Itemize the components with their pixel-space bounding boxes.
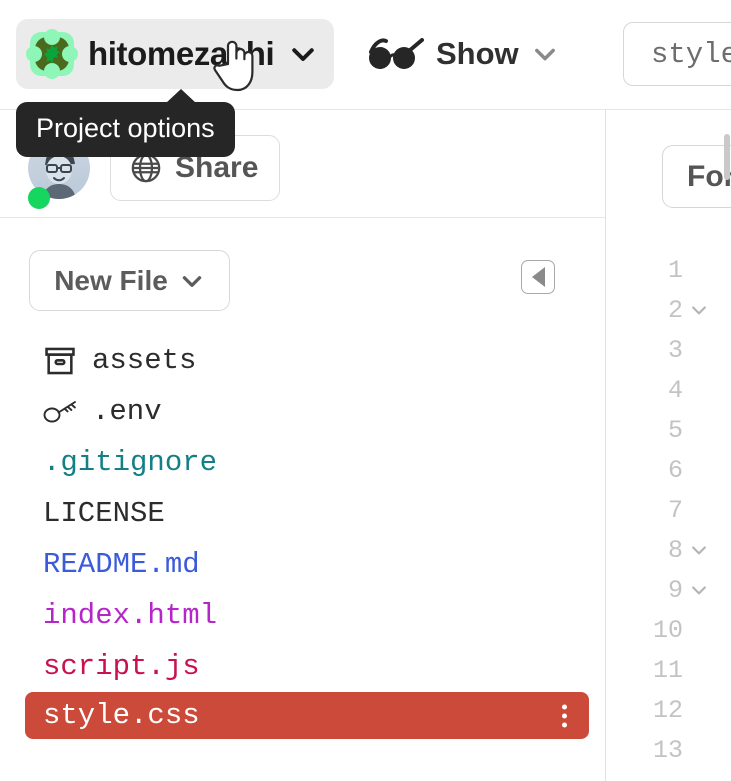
archive-box-icon (43, 344, 77, 378)
line-number-label: 10 (652, 615, 683, 645)
editor-line-number: 10 (606, 610, 731, 650)
file-name-label: style.css (43, 699, 200, 732)
editor-line-number: 3 (606, 330, 731, 370)
editor-line-number: 2 (606, 290, 731, 330)
editor-line-gutter: 1 2 3 4 5 6 7 8 9 10 11 12 13 (606, 250, 731, 770)
line-number-label: 3 (667, 335, 683, 365)
editor-line-number: 13 (606, 730, 731, 770)
file-list: assets .env .gitignore LICENSE README .md inde… (0, 335, 605, 739)
line-number-label: 9 (667, 575, 683, 605)
editor-line-number: 8 (606, 530, 731, 570)
file-list-item[interactable]: assets (0, 335, 605, 386)
editor-line-number: 9 (606, 570, 731, 610)
chevron-down-icon[interactable] (689, 300, 709, 320)
line-number-label: 5 (667, 415, 683, 445)
new-file-label: New File (54, 264, 168, 296)
line-number-label: 11 (652, 655, 683, 685)
project-options-tooltip: Project options (16, 89, 235, 157)
file-list-item[interactable]: script .js (0, 641, 605, 692)
editor-line-number: 11 (606, 650, 731, 690)
file-list-item[interactable]: index .html (0, 590, 605, 641)
chevron-down-icon (292, 48, 315, 61)
file-list-item[interactable]: LICENSE (0, 488, 605, 539)
collapse-left-icon[interactable] (521, 260, 555, 294)
new-file-button[interactable]: New File (29, 250, 230, 311)
code-editor-panel: For 1 2 3 4 5 6 7 8 9 10 11 12 13 (606, 110, 731, 781)
chevron-down-icon (182, 275, 202, 287)
line-number-label: 12 (652, 695, 683, 725)
status-badge (28, 187, 50, 209)
editor-file-tab-label: style (651, 37, 731, 71)
file-explorer-panel: Share New File assets .env .gitignore LICEN… (0, 110, 606, 781)
file-name-label: README (43, 548, 148, 581)
tooltip-arrow (166, 89, 196, 103)
editor-line-number: 4 (606, 370, 731, 410)
project-menu-button[interactable]: hitomezashi (16, 19, 335, 89)
chevron-down-icon[interactable] (689, 580, 709, 600)
show-menu-button[interactable]: Show (368, 27, 559, 81)
file-list-item[interactable]: .env (0, 386, 605, 437)
project-name-label: hitomezashi (88, 35, 275, 72)
tooltip-text: Project options (36, 113, 215, 143)
line-number-label: 6 (667, 455, 683, 485)
glasses-icon (369, 38, 424, 69)
line-number-label: 8 (667, 535, 683, 565)
key-icon (43, 397, 79, 427)
editor-file-tab[interactable]: style (623, 22, 731, 86)
file-name-label: script (43, 650, 148, 683)
editor-line-number: 12 (606, 690, 731, 730)
line-number-label: 4 (667, 375, 683, 405)
file-name-label: assets (92, 344, 197, 377)
chevron-down-icon[interactable] (689, 540, 709, 560)
line-number-label: 2 (667, 295, 683, 325)
file-extension-label: .js (147, 650, 200, 683)
editor-scrollbar[interactable] (724, 134, 730, 180)
file-list-item[interactable]: .gitignore (0, 437, 605, 488)
editor-line-number: 7 (606, 490, 731, 530)
lightning-editor-window: hitomezashi Show style Project options S… (0, 0, 731, 781)
file-extension-label: .html (130, 599, 218, 632)
line-number-label: 7 (667, 495, 683, 525)
top-toolbar: hitomezashi Show style (0, 0, 731, 110)
line-number-label: 1 (667, 255, 683, 285)
show-label: Show (436, 36, 519, 71)
editor-line-number: 6 (606, 450, 731, 490)
file-list-item[interactable]: README .md (0, 539, 605, 590)
file-list-item[interactable]: style.css (25, 692, 589, 739)
chevron-down-icon (534, 48, 555, 61)
file-name-label: .gitignore (43, 446, 218, 479)
project-logo-icon (26, 29, 78, 79)
file-extension-label: .md (147, 548, 200, 581)
file-name-label: LICENSE (43, 497, 165, 530)
format-button[interactable]: For (662, 145, 731, 208)
kebab-menu-icon[interactable] (562, 704, 567, 727)
file-name-label: .env (92, 395, 162, 428)
editor-line-number: 5 (606, 410, 731, 450)
editor-line-number: 1 (606, 250, 731, 290)
file-name-label: index (43, 599, 131, 632)
line-number-label: 13 (652, 735, 683, 765)
